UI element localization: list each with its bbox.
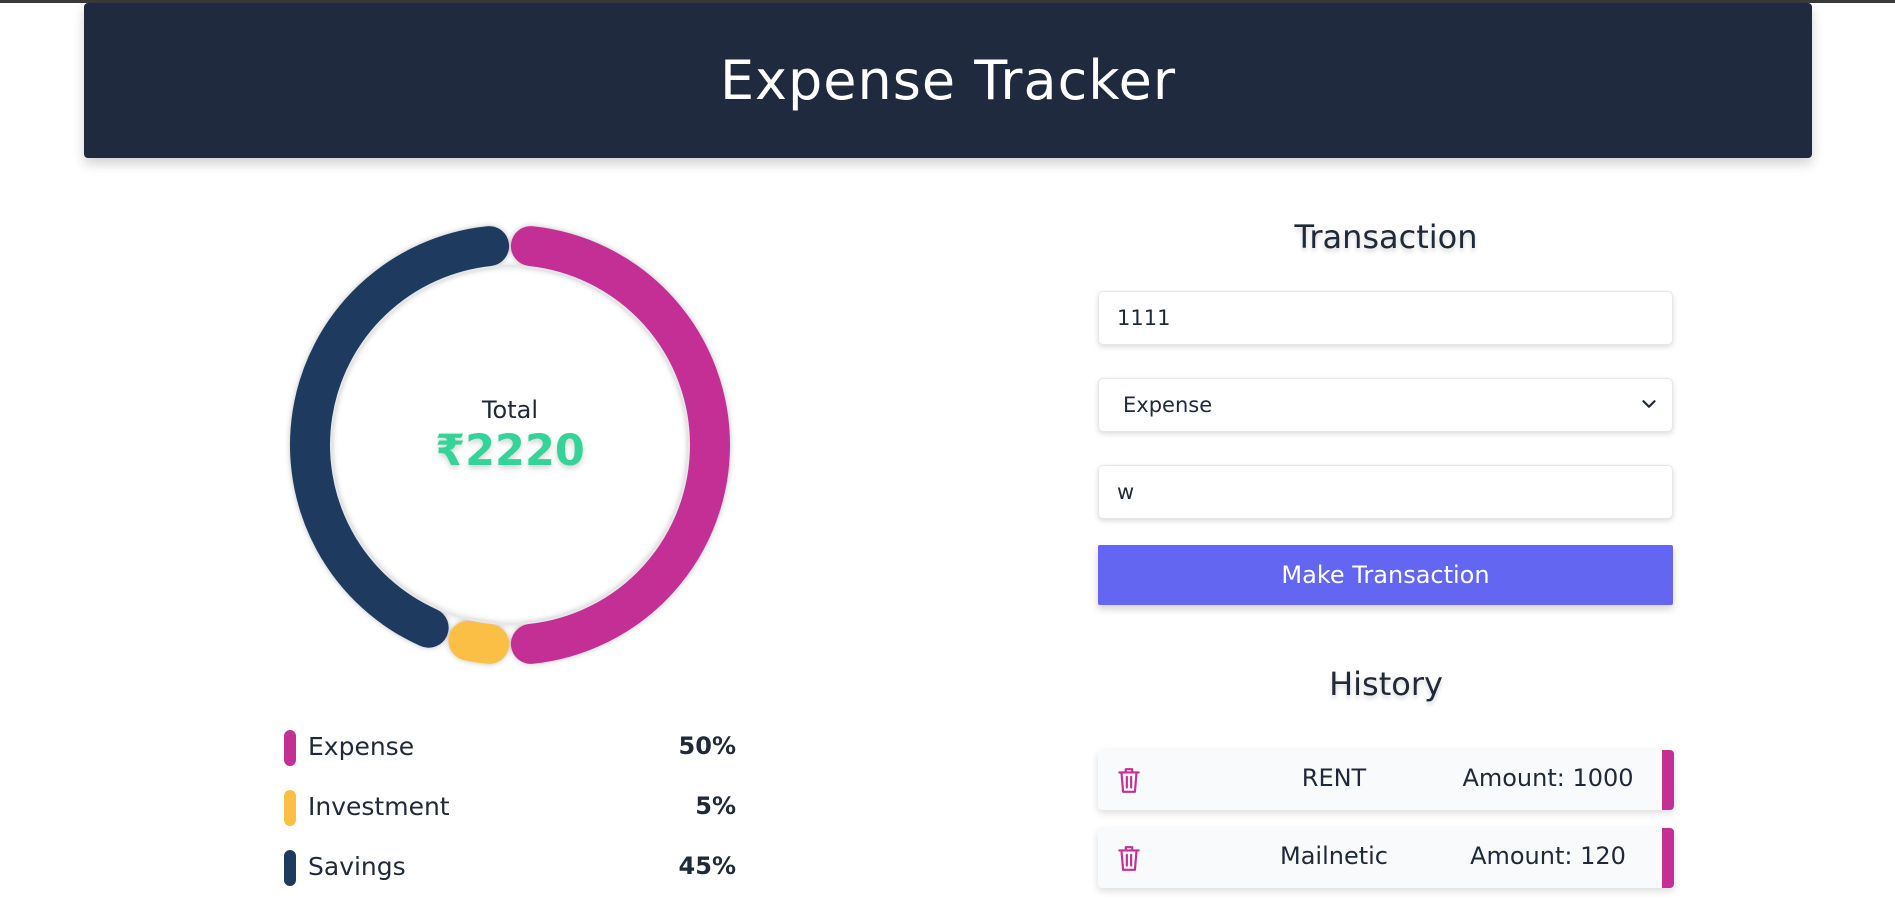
name-input-value: w (1117, 480, 1135, 504)
amount-input-value: 1111 (1117, 306, 1171, 330)
amount-input[interactable]: 1111 (1098, 291, 1673, 345)
legend-percent: 45% (678, 852, 736, 880)
history-item-amount: Amount: 1000 (1462, 764, 1634, 792)
history-item-name: Mailnetic (1280, 842, 1388, 870)
legend-item-expense: Expense 50% (284, 726, 736, 786)
history-title: History (1329, 665, 1443, 703)
name-input[interactable]: w (1098, 465, 1673, 519)
trash-icon[interactable] (1116, 766, 1142, 794)
total-label: Total (481, 396, 539, 424)
legend-swatch (284, 730, 296, 766)
history-item: Mailnetic Amount: 120 (1098, 828, 1674, 888)
legend-swatch (284, 790, 296, 826)
legend-item-savings: Savings 45% (284, 846, 736, 906)
type-select-value: Expense (1123, 393, 1213, 417)
legend-item-investment: Investment 5% (284, 786, 736, 846)
donut-center: Total ₹2220 (270, 205, 750, 685)
legend-label: Investment (308, 792, 450, 821)
transaction-title: Transaction (1294, 218, 1478, 256)
make-transaction-button[interactable]: Make Transaction (1098, 545, 1673, 605)
legend-swatch (284, 850, 296, 886)
chart-legend: Expense 50% Investment 5% Savings 45% (284, 726, 736, 906)
history-item-amount: Amount: 120 (1470, 842, 1626, 870)
legend-percent: 50% (678, 732, 736, 760)
history-item-name: RENT (1301, 764, 1367, 792)
legend-percent: 5% (695, 792, 736, 820)
total-value: ₹2220 (435, 426, 585, 476)
history-item: RENT Amount: 1000 (1098, 750, 1674, 810)
history-item-type-indicator (1662, 750, 1674, 810)
type-select[interactable]: Expense (1098, 378, 1673, 432)
donut-chart: Total ₹2220 (270, 205, 750, 685)
legend-label: Expense (308, 732, 415, 761)
app-header: Expense Tracker (84, 3, 1812, 158)
trash-icon[interactable] (1116, 844, 1142, 872)
chevron-down-icon (1642, 400, 1656, 408)
history-item-type-indicator (1662, 828, 1674, 888)
page-title: Expense Tracker (719, 49, 1177, 112)
